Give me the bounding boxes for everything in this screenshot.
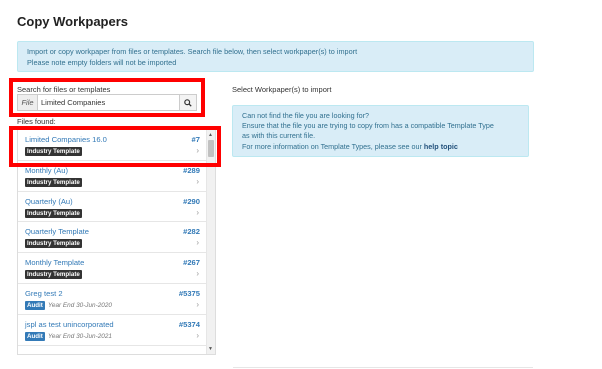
list-item[interactable]: jspl as test unincorporated #5374 Audit … <box>18 315 207 346</box>
help-line: Can not find the file you are looking fo… <box>242 111 370 120</box>
help-topic-link[interactable]: help topic <box>424 142 458 151</box>
file-number: #5374 <box>178 319 200 329</box>
files-found-label: Files found: <box>17 117 56 126</box>
industry-template-badge: Industry Template <box>25 208 82 218</box>
help-line: Ensure that the file you are trying to c… <box>242 121 494 131</box>
file-name[interactable]: Monthly (Au) <box>25 166 68 175</box>
file-name[interactable]: Greg test 2 <box>25 289 63 298</box>
info-banner-line: Please note empty folders will not be im… <box>27 58 177 67</box>
industry-template-badge: Industry Template <box>25 177 82 187</box>
list-item[interactable]: Monthly Template #267 Industry Template … <box>18 253 207 284</box>
industry-template-badge: Industry Template <box>25 270 82 280</box>
chevron-right-icon: › <box>196 299 199 309</box>
audit-badge: Audit <box>25 331 45 341</box>
year-end-text: Year End 30-Jun-2021 <box>48 332 112 340</box>
chevron-right-icon: › <box>196 207 199 217</box>
file-number: #290 <box>183 196 200 206</box>
highlight-box-first-result <box>9 126 221 167</box>
help-line: as with this current file. <box>242 131 316 141</box>
highlight-box-search <box>9 78 205 117</box>
file-name[interactable]: Monthly Template <box>25 258 84 267</box>
file-name[interactable]: Quarterly Template <box>25 227 89 236</box>
info-banner-line: Import or copy workpaper from files or t… <box>27 47 358 56</box>
chevron-right-icon: › <box>196 330 199 340</box>
help-line: For more information on Template Types, … <box>242 142 519 152</box>
list-item[interactable] <box>18 346 207 354</box>
help-box: Can not find the file you are looking fo… <box>232 105 529 157</box>
file-number: #289 <box>183 165 200 175</box>
chevron-right-icon: › <box>196 176 199 186</box>
file-name[interactable]: Quarterly (Au) <box>25 197 73 206</box>
file-number: #5375 <box>178 288 200 298</box>
year-end-text: Year End 30-Jun-2020 <box>48 301 112 309</box>
info-banner: Import or copy workpaper from files or t… <box>17 41 534 72</box>
chevron-right-icon: › <box>196 238 199 248</box>
list-item[interactable]: Greg test 2 #5375 Audit Year End 30-Jun-… <box>18 284 207 315</box>
page-title: Copy Workpapers <box>17 14 129 29</box>
select-workpapers-label: Select Workpaper(s) to import <box>232 85 332 94</box>
industry-template-badge: Industry Template <box>25 239 82 249</box>
chevron-right-icon: › <box>196 269 199 279</box>
scroll-down-icon[interactable]: ▼ <box>208 346 213 352</box>
audit-badge: Audit <box>25 300 45 310</box>
divider <box>233 367 533 368</box>
file-number: #282 <box>183 227 200 237</box>
file-number: #267 <box>183 258 200 268</box>
list-item[interactable]: Quarterly Template #282 Industry Templat… <box>18 222 207 254</box>
list-item[interactable]: Quarterly (Au) #290 Industry Template › <box>18 192 207 223</box>
help-line-text: For more information on Template Types, … <box>242 141 422 151</box>
file-name[interactable]: jspl as test unincorporated <box>25 320 114 329</box>
